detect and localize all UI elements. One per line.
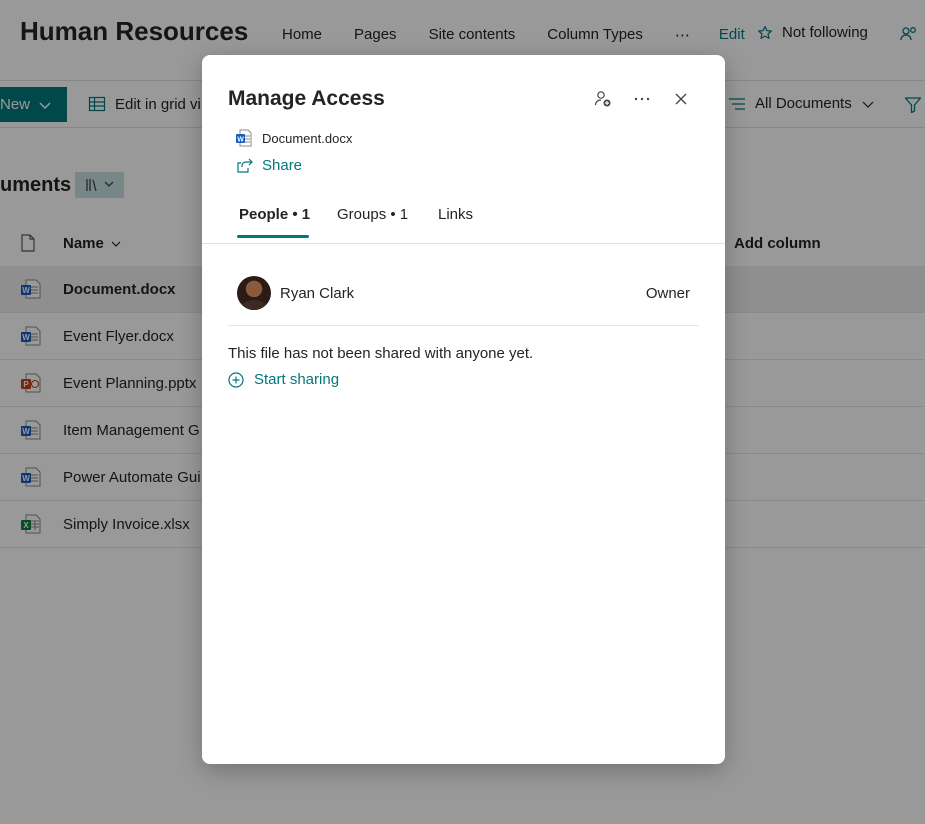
tab-groups[interactable]: Groups • 1 bbox=[337, 206, 408, 235]
active-tab-indicator bbox=[237, 235, 309, 238]
share-icon bbox=[237, 158, 253, 173]
more-icon[interactable] bbox=[631, 88, 653, 110]
start-sharing-button[interactable]: Start sharing bbox=[228, 371, 339, 388]
share-label: Share bbox=[262, 157, 303, 174]
access-tabs: People • 1 Groups • 1 Links bbox=[202, 195, 725, 244]
person-row[interactable]: Ryan Clark Owner bbox=[228, 275, 699, 326]
dialog-file: W Document.docx bbox=[235, 129, 352, 147]
manage-access-dialog: Manage Access W Document.docx Share Peop… bbox=[202, 55, 725, 764]
start-sharing-label: Start sharing bbox=[254, 371, 340, 388]
people-add-icon[interactable] bbox=[592, 88, 614, 110]
avatar bbox=[237, 276, 271, 310]
dialog-title: Manage Access bbox=[228, 87, 385, 110]
share-button[interactable]: Share bbox=[237, 157, 302, 174]
svg-text:W: W bbox=[237, 136, 244, 143]
tab-links[interactable]: Links bbox=[438, 206, 473, 235]
empty-sharing-message: This file has not been shared with anyon… bbox=[228, 345, 534, 362]
word-file-icon: W bbox=[236, 129, 252, 147]
person-name: Ryan Clark bbox=[280, 285, 355, 302]
add-circle-icon bbox=[228, 371, 244, 388]
tab-people[interactable]: People • 1 bbox=[239, 206, 310, 235]
dialog-file-name: Document.docx bbox=[262, 130, 353, 146]
person-role[interactable]: Owner bbox=[646, 285, 690, 302]
close-icon[interactable] bbox=[670, 88, 692, 110]
